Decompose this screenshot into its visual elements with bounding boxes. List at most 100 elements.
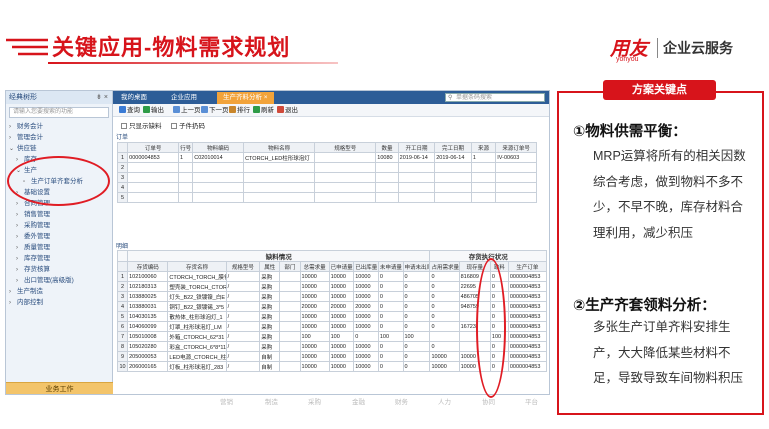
table-cell xyxy=(279,311,301,322)
table-cell: 10000 xyxy=(328,341,355,352)
table-cell: 2019-06-14 xyxy=(434,152,472,163)
table-cell: 20000 xyxy=(353,301,379,312)
toolbar-button-label: 上一页 xyxy=(181,107,201,114)
bottom-nav-item[interactable]: 金融 xyxy=(352,396,365,406)
column-header: 属性 xyxy=(259,261,281,272)
bottom-nav-item[interactable]: 财务 xyxy=(395,396,408,406)
chevron-icon: › xyxy=(9,300,11,306)
table-cell: 采购 xyxy=(259,311,281,322)
bottom-nav-item[interactable]: 人力 xyxy=(438,396,451,406)
column-header: 部门 xyxy=(279,261,301,272)
toolbar-button[interactable]: 刷新 xyxy=(253,106,274,115)
toolbar-button[interactable]: 查询 xyxy=(119,106,140,115)
table-cell xyxy=(243,192,316,203)
bottom-nav-item[interactable]: 制造 xyxy=(265,396,278,406)
table-cell: 0 xyxy=(402,321,431,332)
orders-section-label: 订单 xyxy=(116,135,129,141)
table-row[interactable]: 4 xyxy=(116,182,537,193)
point2-title: ②生产齐套领料分析： xyxy=(573,298,716,314)
sidebar-controls-icon[interactable]: ⇟ × xyxy=(96,91,108,104)
table-cell: 10000 xyxy=(353,271,379,282)
table-cell: 10000 xyxy=(299,311,330,322)
column-header: 已申请量 xyxy=(328,261,355,272)
only-shortage-checkbox[interactable]: 只显示缺料 xyxy=(121,120,162,130)
table-cell xyxy=(314,152,377,163)
table-cell: 灯头_B22_铁镀镍_白E xyxy=(167,291,227,302)
table-cell xyxy=(192,162,245,173)
business-work-button[interactable]: 业务工作 xyxy=(6,382,113,394)
table-cell: 0 xyxy=(377,271,404,282)
table-row[interactable]: 3 xyxy=(116,172,537,183)
table-cell: 0 xyxy=(377,291,404,302)
table-cell: 0 xyxy=(429,291,460,302)
sidebar-item[interactable]: › 财务会计 xyxy=(6,121,112,132)
table-row[interactable]: 5 xyxy=(116,192,537,203)
table-cell: 灯板_柱形球泡灯_283 xyxy=(167,361,227,372)
toolbar-icon xyxy=(143,106,150,113)
toolbar-button-label: 排行 xyxy=(237,107,250,114)
row-number: 8 xyxy=(116,341,129,352)
table-cell: / xyxy=(225,341,261,352)
column-header: 物料名称 xyxy=(243,142,316,153)
sidebar-item[interactable]: › 质量管理 xyxy=(6,242,112,253)
sidebar-item-label: 委外管理 xyxy=(24,233,50,240)
bottom-nav-item[interactable]: 采购 xyxy=(308,396,321,406)
toolbar-icon xyxy=(201,106,208,113)
orders-table: 订单号 行号 物料编码 物料名称 规格型号 数量 开工日期 完工日期 来源 来源订单号 1 00000… xyxy=(116,142,537,203)
toolbar-button-label: 刷新 xyxy=(261,107,274,114)
table-cell: 0000004853 xyxy=(127,152,179,163)
toolbar-icon xyxy=(173,106,180,113)
table-cell: 0 xyxy=(402,281,431,292)
table-cell xyxy=(470,162,497,173)
row-number-header xyxy=(116,142,129,153)
table-row[interactable]: 1 0000004853 1 C02010014 CTORCH_LED柱形球泡灯 1008… xyxy=(116,152,537,163)
toolbar-icon xyxy=(119,106,126,113)
sidebar-item[interactable]: › 存货核算 xyxy=(6,264,112,275)
sidebar-item[interactable]: › 生产制造 xyxy=(6,286,112,297)
toolbar-button[interactable]: 输出 xyxy=(143,106,164,115)
group-spacer xyxy=(116,250,129,262)
table-cell: 20000 xyxy=(328,301,355,312)
table-cell: 灯罩_柱形球泡灯_LM xyxy=(167,321,227,332)
table-row[interactable]: 2 xyxy=(116,162,537,173)
table-cell: 10000 xyxy=(353,311,379,322)
toolbar-icon xyxy=(229,106,236,113)
toolbar-button[interactable]: 下一页 xyxy=(201,106,229,115)
table-cell: LED电源_CTORCH_柱 xyxy=(167,351,227,362)
toolbar-button[interactable]: 退出 xyxy=(277,106,298,115)
table-cell: 10000 xyxy=(353,291,379,302)
table-cell: 102100060 xyxy=(127,271,169,282)
sidebar-item[interactable]: › 内部控制 xyxy=(6,297,112,308)
tab-material-analysis[interactable]: 生产齐料分析 × xyxy=(217,92,274,104)
sidebar-search-input[interactable]: 请输入您要搜索的功能 xyxy=(9,107,109,118)
bottom-nav-item[interactable]: 营销 xyxy=(220,396,233,406)
table-cell xyxy=(434,162,472,173)
sidebar-item[interactable]: ⌄ 供应链 xyxy=(6,143,112,154)
sidebar-item-label: 供应链 xyxy=(17,145,37,152)
table-cell: 铜钉_B22_银镀锡_3*5 xyxy=(167,301,227,312)
filter-row: 只显示缺料 子件扔码 xyxy=(113,117,549,130)
sidebar-item-label: 销售管理 xyxy=(24,211,50,218)
table-cell xyxy=(279,281,301,292)
table-cell: 0 xyxy=(402,361,431,372)
table-cell: 0000004853 xyxy=(507,291,548,302)
table-cell xyxy=(375,172,399,183)
bottom-nav-item[interactable]: 平台 xyxy=(525,396,538,406)
column-header: 完工日期 xyxy=(434,142,472,153)
toolbar-button[interactable]: 上一页 xyxy=(173,106,201,115)
barcode-search-input[interactable]: ⚲ 单据条码搜索 xyxy=(445,93,545,102)
tab-my-desktop[interactable]: 我的桌面 xyxy=(115,92,153,104)
table-cell xyxy=(243,172,316,183)
sidebar-item[interactable]: › 管理会计 xyxy=(6,132,112,143)
tab-enterprise-apps[interactable]: 企业应用 xyxy=(165,92,203,104)
sidebar-item[interactable]: › 销售管理 xyxy=(6,209,112,220)
sidebar-item[interactable]: › 委外管理 xyxy=(6,231,112,242)
sidebar-item[interactable]: › 采购管理 xyxy=(6,220,112,231)
sub-items-checkbox[interactable]: 子件扔码 xyxy=(171,120,205,130)
sidebar-item[interactable]: › 库存管理 xyxy=(6,253,112,264)
toolbar-button[interactable]: 排行 xyxy=(229,106,250,115)
table-cell xyxy=(495,172,537,183)
sidebar-item[interactable]: › 出口管理(高级版) xyxy=(6,275,112,286)
highlight-ellipse-sidebar xyxy=(7,156,110,206)
column-header: 存货编码 xyxy=(127,261,169,272)
